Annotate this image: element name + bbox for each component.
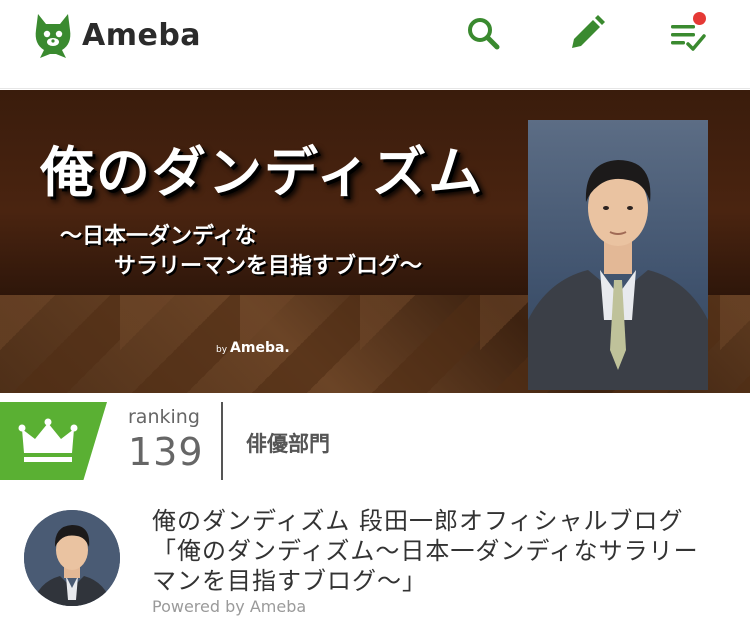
crown-icon: [18, 418, 78, 462]
app-header: Ameba: [0, 0, 750, 89]
ranking-badge: [0, 402, 107, 480]
blog-title[interactable]: 俺のダンディズム 段田一郎オフィシャルブログ「俺のダンディズム〜日本一ダンディな…: [152, 506, 722, 596]
pen-icon[interactable]: [566, 14, 606, 54]
ameba-mascot-icon: [35, 14, 71, 58]
search-icon[interactable]: [464, 14, 504, 54]
logo-text: Ameba: [82, 17, 202, 53]
banner-portrait-photo: [528, 120, 708, 390]
banner-subtitle-line2: サラリーマンを目指すブログ〜: [114, 254, 423, 279]
banner-by-brand: Ameba.: [230, 340, 290, 356]
ranking-number: 139: [128, 430, 204, 474]
avatar[interactable]: [24, 510, 120, 606]
notification-list-icon[interactable]: [668, 12, 708, 54]
ranking-section[interactable]: ranking 139 俳優部門: [0, 402, 750, 482]
powered-by-text: Powered by Ameba: [152, 597, 307, 616]
banner-subtitle-line1: 〜日本一ダンディな: [60, 224, 257, 249]
banner-by-ameba: by Ameba.: [216, 340, 290, 356]
banner-title: 俺のダンディズム: [40, 141, 485, 204]
ranking-label: ranking: [128, 406, 200, 428]
ranking-divider: [221, 402, 223, 480]
banner-by-label: by: [216, 345, 228, 355]
notification-badge: [693, 12, 706, 25]
ameba-logo[interactable]: Ameba: [32, 10, 201, 60]
ranking-category[interactable]: 俳優部門: [246, 428, 330, 458]
